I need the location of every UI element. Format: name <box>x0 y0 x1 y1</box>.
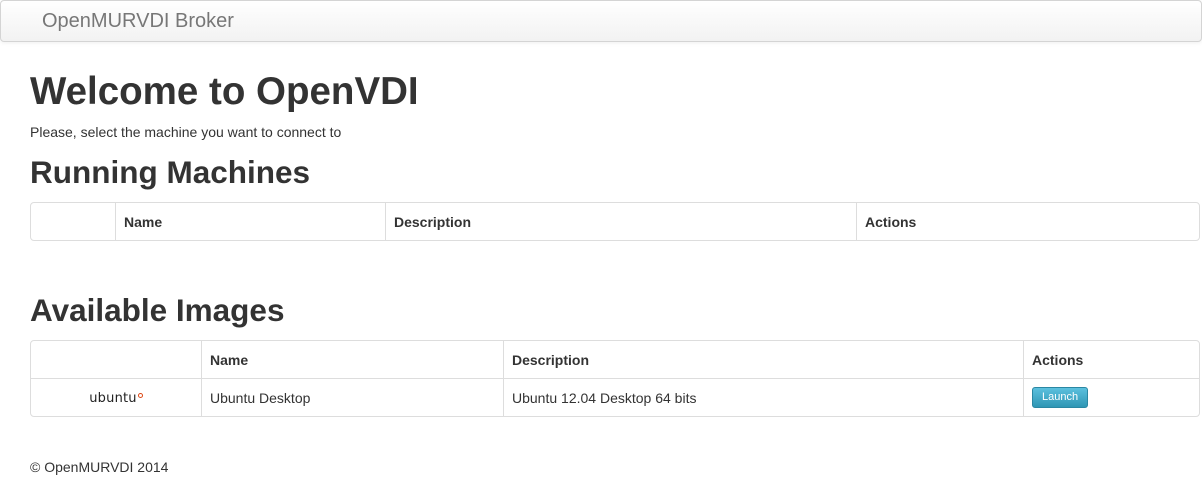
table-row: ubuntu Ubuntu Desktop Ubuntu 12.04 Deskt… <box>31 378 1199 416</box>
page-subtitle: Please, select the machine you want to c… <box>30 124 342 140</box>
column-header-description: Description <box>385 203 856 240</box>
running-machines-table: Name Description Actions <box>30 202 1200 241</box>
available-images-table: Name Description Actions ubuntu Ubuntu D… <box>30 340 1200 417</box>
column-header-name: Name <box>201 341 503 378</box>
image-actions: Launch <box>1023 378 1199 416</box>
ubuntu-logo-text: ubuntu <box>89 391 137 406</box>
table-header-row: Name Description Actions <box>31 203 1199 240</box>
running-machines-heading: Running Machines <box>30 154 311 190</box>
column-header-name: Name <box>115 203 385 240</box>
ubuntu-circle-icon <box>137 393 143 398</box>
navbar: OpenMURVDI Broker <box>0 0 1202 42</box>
ubuntu-logo: ubuntu <box>89 391 143 406</box>
available-images-heading: Available Images <box>30 292 285 328</box>
column-header-logo <box>31 341 201 378</box>
page-title: Welcome to OpenVDI <box>30 70 419 113</box>
image-description: Ubuntu 12.04 Desktop 64 bits <box>503 378 1023 416</box>
image-name: Ubuntu Desktop <box>201 378 503 416</box>
column-header-logo <box>31 203 115 240</box>
image-logo-cell: ubuntu <box>31 378 201 416</box>
brand-link[interactable]: OpenMURVDI Broker <box>42 10 234 32</box>
table-header-row: Name Description Actions <box>31 341 1199 378</box>
column-header-description: Description <box>503 341 1023 378</box>
footer-copyright: © OpenMURVDI 2014 <box>30 459 169 475</box>
column-header-actions: Actions <box>1023 341 1199 378</box>
launch-button[interactable]: Launch <box>1032 387 1089 408</box>
column-header-actions: Actions <box>856 203 1199 240</box>
